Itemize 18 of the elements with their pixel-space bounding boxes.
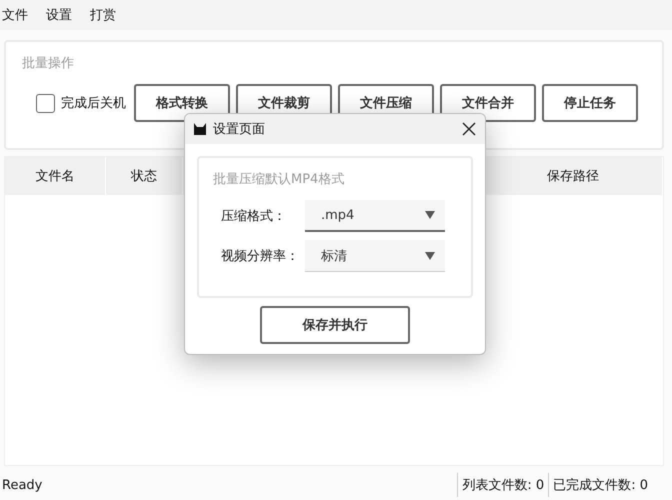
menu-item[interactable]: 打赏 [90,6,116,24]
menu-item[interactable]: 设置 [46,6,72,24]
action-button[interactable]: 停止任务 [542,84,638,122]
dialog-title: 设置页面 [213,121,266,138]
field-label: 压缩格式： [221,208,287,225]
shutdown-label[interactable]: 完成后关机 [61,94,126,112]
dropdown[interactable]: .mp4 [305,200,445,232]
group-title: 批量压缩默认MP4格式 [213,171,346,188]
group-title: 批量操作 [22,55,75,72]
save-execute-button[interactable]: 保存并执行 [260,306,410,344]
dropdown[interactable]: 标清 [305,240,445,272]
status-message: Ready [1,478,44,492]
done-count: 已完成文件数: 0 [548,473,652,497]
field-label: 视频分辨率： [221,248,300,265]
list-count: 列表文件数: 0 [457,473,548,497]
menu-item[interactable]: 文件 [2,6,28,24]
column-header[interactable]: 状态 [106,157,183,195]
column-header[interactable]: 文件名 [5,157,106,195]
